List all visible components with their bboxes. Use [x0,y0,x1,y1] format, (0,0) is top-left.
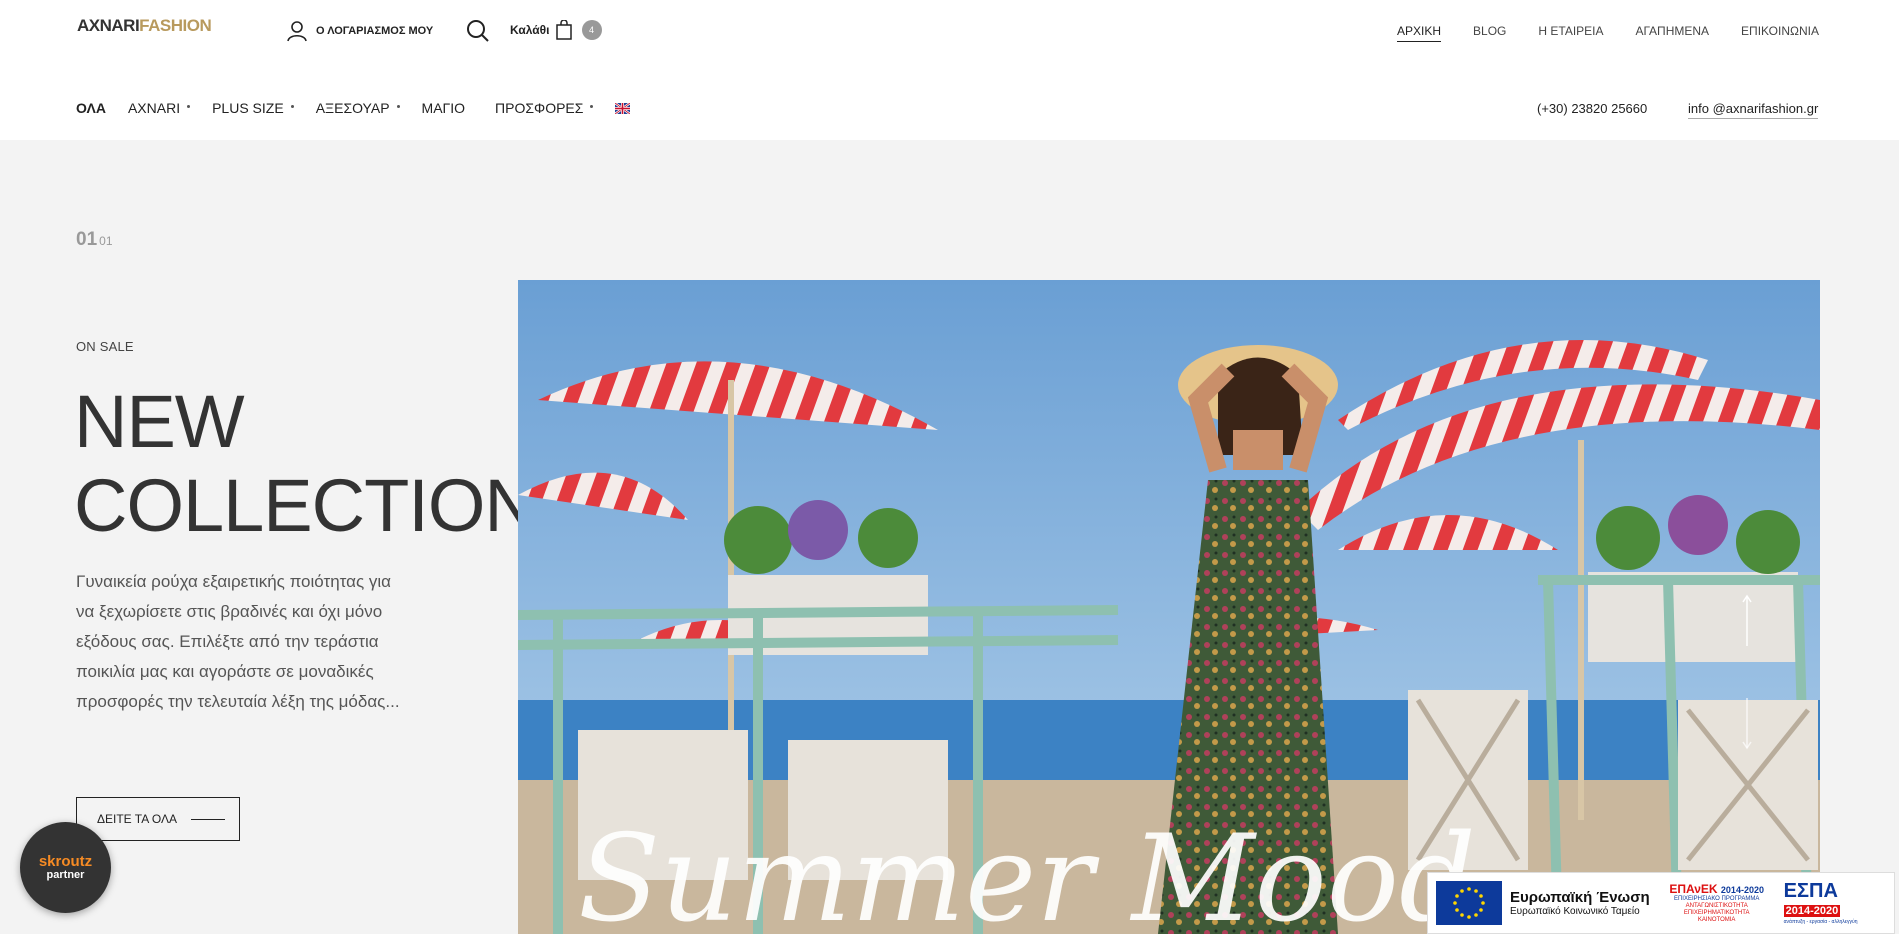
nav-axnari-label: AXNARI [127,100,181,116]
nav-offers[interactable]: ΠΡΟΣΦΟΡΕΣ [495,100,594,116]
logo-part2: FASHION [139,16,212,35]
topnav-contact[interactable]: ΕΠΙΚΟΙΝΩΝΙΑ [1741,24,1819,42]
hero-overlay-text: Summer Mood [578,810,1476,934]
nav-axnari[interactable]: AXNARI [127,100,191,116]
nav-plus-size[interactable]: PLUS SIZE [212,100,294,116]
slide-current: 01 [76,229,98,250]
arrow-line-icon [191,818,226,820]
contact-phone[interactable]: (+30) 23820 25660 [1537,101,1647,116]
logo-part1: AXNARI [77,16,140,35]
hero-title-line1: NEW [74,380,245,463]
hero-tag: ON SALE [76,339,134,354]
eu-flag-icon [1436,881,1502,925]
partner-label: partner [46,869,85,881]
hero-description: Γυναικεία ρούχα εξαιρετικής ποιότητας γι… [76,572,400,711]
site-header: AXNARIFASHION Ο ΛΟΓΑΡΙΑΣΜΟΣ ΜΟΥ Καλάθι 4… [0,0,1899,140]
main-navigation: ΟΛΑ AXNARI PLUS SIZE ΑΞΕΣΟΥΑΡ ΜΑΓΙΟ ΠΡΟΣ… [76,100,631,116]
shopping-bag-icon [555,20,572,40]
nav-swimwear-label: ΜΑΓΙΟ [421,100,466,116]
epanek-line2: ΑΝΤΑΓΩΝΙΣΤΙΚΟΤΗΤΑ [1685,903,1748,909]
topnav-blog[interactable]: BLOG [1473,24,1506,42]
top-navigation: ΑΡΧΙΚΗ BLOG Η ΕΤΑΙΡΕΙΑ ΑΓΑΠΗΜΕΝΑ ΕΠΙΚΟΙΝ… [1397,24,1819,42]
skroutz-partner-badge[interactable]: skroutz partner [20,822,111,913]
hero-title: NEW COLLECTION [74,380,538,548]
site-logo[interactable]: AXNARIFASHION [77,16,212,36]
contact-email[interactable]: info @axnarifashion.gr [1688,101,1819,119]
topnav-home[interactable]: ΑΡΧΙΚΗ [1397,24,1442,42]
nav-accessories[interactable]: ΑΞΕΣΟΥΑΡ [316,100,400,116]
eu-subtitle: Ευρωπαϊκό Κοινωνικό Ταμείο [1510,906,1640,917]
eu-title: Ευρωπαϊκή Ένωση [1510,889,1650,906]
search-icon[interactable] [466,19,490,43]
dropdown-dot-icon [290,104,294,108]
epanek-title: ΕΠΑνΕΚ [1669,882,1718,896]
topnav-company[interactable]: Η ΕΤΑΙΡΕΙΑ [1538,24,1603,42]
slide-total: 01 [99,234,113,248]
epanek-line4: ΚΑΙΝΟΤΟΜΙΑ [1697,917,1736,923]
skroutz-label: skroutz [38,853,93,870]
nav-all[interactable]: ΟΛΑ [76,100,106,116]
nav-all-label: ΟΛΑ [76,100,106,116]
topnav-favorites[interactable]: ΑΓΑΠΗΜΕΝΑ [1636,24,1710,42]
account-label: Ο ΛΟΓΑΡΙΑΣΜΟΣ ΜΟΥ [316,25,434,37]
espa-tagline: ανάπτυξη - εργασία - αλληλεγγύη [1783,919,1858,925]
see-all-label: ΔΕΙΤΕ ΤΑ ΟΛΑ [97,812,178,826]
hero-image: Summer Mood [518,280,1820,934]
uk-flag-icon[interactable] [615,102,631,114]
epanek-line3: ΕΠΙΧΕΙΡΗΜΑΤΙΚΟΤΗΤΑ [1683,910,1750,916]
dropdown-dot-icon [187,104,191,108]
slide-counter: 01 01 [76,229,113,251]
espa-title: ΕΣΠΑ [1783,880,1838,902]
nav-offers-label: ΠΡΟΣΦΟΡΕΣ [495,100,584,116]
espa-logo: ΕΣΠΑ 2014-2020 ανάπτυξη - εργασία - αλλη… [1783,880,1864,925]
nav-accessories-label: ΑΞΕΣΟΥΑΡ [315,100,390,116]
account-link[interactable]: Ο ΛΟΓΑΡΙΑΣΜΟΣ ΜΟΥ [286,20,433,42]
cart-link[interactable]: Καλάθι 4 [510,20,602,40]
espa-years: 2014-2020 [1783,905,1841,917]
epanek-years: 2014-2020 [1720,885,1764,895]
dropdown-dot-icon [590,104,594,108]
see-all-button[interactable]: ΔΕΙΤΕ ΤΑ ΟΛΑ [76,797,240,841]
hero-title-line2: COLLECTION [74,464,538,547]
epanek-line1: ΕΠΙΧΕΙΡΗΣΙΑΚΟ ΠΡΟΓΡΑΜΜΑ [1673,896,1760,902]
scroll-arrows[interactable] [1740,594,1754,754]
cart-label: Καλάθι [510,23,550,37]
nav-swimwear[interactable]: ΜΑΓΙΟ [422,100,466,116]
user-icon [287,21,307,42]
espa-banner[interactable]: Ευρωπαϊκή Ένωση Ευρωπαϊκό Κοινωνικό Ταμε… [1427,872,1895,934]
eu-text: Ευρωπαϊκή Ένωση Ευρωπαϊκό Κοινωνικό Ταμε… [1510,889,1650,917]
dropdown-dot-icon [396,104,400,108]
nav-plus-size-label: PLUS SIZE [212,100,284,116]
epanek-logo: ΕΠΑνΕΚ 2014-2020 ΕΠΙΧΕΙΡΗΣΙΑΚΟ ΠΡΟΓΡΑΜΜΑ… [1658,882,1776,924]
cart-count-badge: 4 [581,20,602,40]
